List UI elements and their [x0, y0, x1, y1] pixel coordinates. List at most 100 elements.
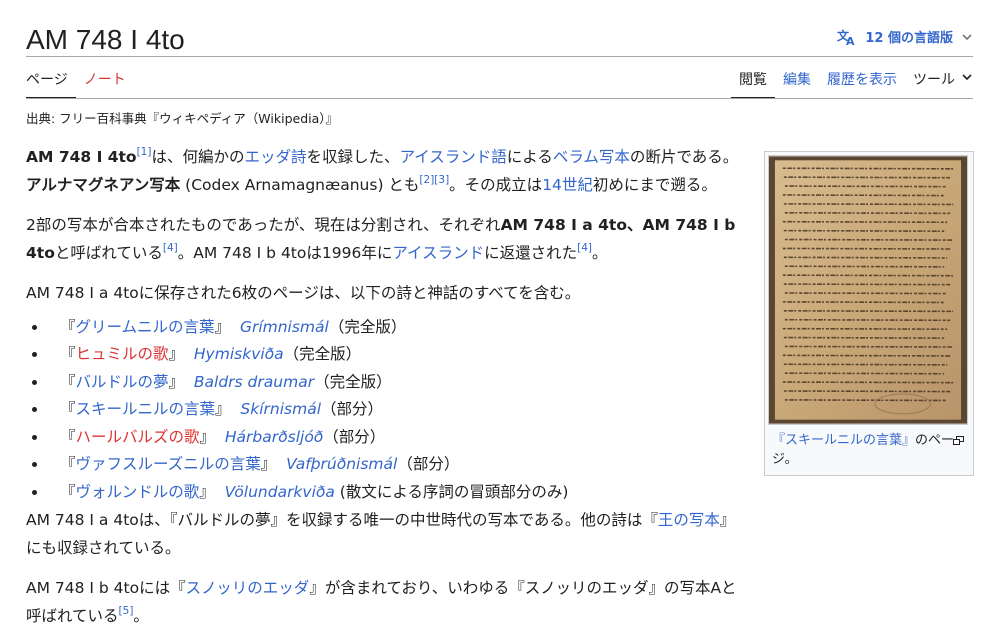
bracket-open: 『: [60, 427, 76, 446]
poem-link-ja[interactable]: グリームニルの言葉: [76, 318, 215, 336]
link-vellum[interactable]: ベラム: [553, 148, 599, 166]
link-prose-edda[interactable]: スノッリのエッダ: [186, 579, 310, 597]
tab-edit[interactable]: 編集: [775, 66, 819, 99]
reference-link[interactable]: [5]: [119, 605, 134, 617]
poem-note: （完全版）: [328, 317, 407, 336]
bracket-close: 』: [199, 427, 216, 446]
bracket-open: 『: [60, 455, 76, 473]
poem-list-item: 『ヒュミルの歌』 Hymiskviða（完全版）: [26, 341, 746, 369]
poem-note: （部分）: [323, 427, 386, 446]
link-14th-century[interactable]: 14世紀: [542, 176, 593, 194]
language-count: 12 個の言語版: [865, 31, 953, 46]
script-line: [783, 283, 951, 286]
manuscript-image[interactable]: [768, 155, 968, 425]
text: AM 748 I a 4toは、『バルドルの夢』を収録する唯一の中世時代の写本で…: [26, 511, 658, 529]
poem-link-ja[interactable]: ヴァフスルーズニルの言葉: [76, 455, 261, 473]
poem-link-norse[interactable]: Völundarkviða: [225, 483, 335, 501]
namespace-tabs: ページ ノート: [26, 66, 134, 99]
poem-list-item: 『グリームニルの言葉』 Grímnismál（完全版）: [26, 314, 746, 342]
chevron-down-icon: [961, 31, 973, 43]
text: は、何編かの: [151, 148, 245, 166]
reference-link[interactable]: [2]: [419, 174, 434, 186]
tabs-divider: [26, 98, 973, 99]
language-button[interactable]: 文A 12 個の言語版: [837, 27, 973, 56]
reference-link[interactable]: [1]: [137, 146, 152, 158]
paragraph-baldrs: AM 748 I a 4toは、『バルドルの夢』を収録する唯一の中世時代の写本で…: [26, 507, 746, 562]
link-manuscript[interactable]: 写本: [599, 148, 630, 166]
bracket-open: 『: [60, 345, 76, 363]
poem-link-ja[interactable]: ヒュミルの歌: [76, 345, 169, 363]
bracket-open: 『: [60, 482, 76, 501]
poem-link-norse[interactable]: Grímnismál: [240, 318, 329, 336]
bracket-open: 『: [60, 400, 76, 418]
text: による: [506, 148, 553, 166]
text: 。: [591, 243, 608, 262]
poem-note: （部分）: [397, 455, 460, 473]
bold-term: アルナマグネアン写本: [26, 175, 181, 194]
bracket-close: 』: [214, 317, 231, 336]
thumbnail-caption: 『スキールニルの言葉』のページ。: [768, 425, 970, 469]
tools-menu[interactable]: ツール: [905, 66, 973, 99]
poem-link-norse[interactable]: Baldrs draumar: [194, 373, 314, 391]
link-eddic-poetry[interactable]: エッダ詩: [244, 148, 306, 166]
poem-link-norse[interactable]: Hymiskviða: [194, 345, 284, 363]
page-title: AM 748 I 4to: [26, 24, 185, 55]
text: 初めにまで遡る。: [592, 175, 717, 194]
reference-link[interactable]: [4]: [163, 242, 178, 254]
view-tabs: 閲覧 編集 履歴を表示 ツール: [731, 66, 973, 99]
poem-link-ja[interactable]: ヴォルンドルの歌: [76, 483, 200, 501]
text: 2部の写本が合本されたものであったが、現在は分割され、それぞれ: [26, 216, 501, 234]
link-iceland[interactable]: アイスランド: [392, 244, 484, 262]
poem-list-item: 『ハールバルズの歌』 Hárbarðsljóð（部分）: [26, 424, 746, 452]
paragraph-snorri: AM 748 I b 4toには『スノッリのエッダ』が含まれており、いわゆる『ス…: [26, 575, 746, 625]
paragraph-contents: AM 748 I a 4toに保存された6枚のページは、以下の詩と神話のすべてを…: [26, 284, 581, 302]
bracket-close: 』: [260, 455, 277, 473]
poem-list-item: 『ヴォルンドルの歌』 Völundarkviða (散文による序詞の冒頭部分のみ…: [26, 479, 746, 507]
poem-note: （部分）: [321, 400, 384, 418]
chevron-down-icon: [961, 69, 973, 99]
poem-list-item: 『スキールニルの言葉』 Skírnismál（部分）: [26, 396, 746, 424]
tab-page[interactable]: ページ: [26, 66, 76, 99]
poem-link-ja[interactable]: バルドルの夢: [76, 373, 169, 391]
source-line: 出典: フリー百科事典『ウィキペディア（Wikipedia）』: [26, 111, 339, 126]
tab-talk[interactable]: ノート: [76, 66, 134, 99]
reference-link[interactable]: [3]: [434, 174, 449, 186]
poem-link-norse[interactable]: Vafþrúðnismál: [286, 455, 397, 473]
text: 。AM 748 I b 4toは1996年に: [177, 243, 393, 262]
bullet: [32, 407, 37, 412]
svg-text:A: A: [846, 35, 855, 46]
title-divider: [26, 56, 973, 57]
poem-note: （完全版）: [314, 372, 392, 391]
poem-link-norse[interactable]: Hárbarðsljóð: [225, 428, 323, 446]
magnify-icon[interactable]: [953, 432, 964, 451]
bracket-close: 』: [168, 345, 185, 363]
text: に返還された: [484, 243, 578, 262]
poem-link-norse[interactable]: Skírnismál: [240, 400, 321, 418]
article-body: AM 748 I 4to[1]は、何編かのエッダ詩を収録した、アイスランド語によ…: [26, 144, 746, 625]
tab-history[interactable]: 履歴を表示: [819, 66, 905, 99]
bullet: [32, 324, 37, 330]
poem-link-ja[interactable]: スキールニルの言葉: [76, 400, 216, 418]
text: 。: [133, 606, 149, 625]
link-codex-regius[interactable]: 王の写本: [658, 511, 720, 529]
bracket-close: 』: [199, 482, 215, 501]
link-icelandic[interactable]: アイスランド語: [400, 148, 507, 166]
bracket-open: 『: [60, 372, 76, 391]
text: の断片である。: [629, 148, 739, 166]
reference-link[interactable]: [4]: [577, 242, 592, 254]
tab-read[interactable]: 閲覧: [731, 66, 775, 99]
bracket-close: 』: [168, 372, 185, 391]
poem-note: (散文による序詞の冒頭部分のみ): [334, 482, 569, 501]
caption-link[interactable]: 『スキールニルの言葉』: [772, 433, 915, 448]
bullet: [32, 352, 37, 357]
text: AM 748 I b 4toには『: [26, 579, 186, 597]
bracket-close: 』: [215, 400, 231, 418]
poem-list-item: 『ヴァフスルーズニルの言葉』 Vafþrúðnismál（部分）: [26, 451, 746, 479]
bracket-open: 『: [60, 317, 76, 336]
poem-link-ja[interactable]: ハールバルズの歌: [76, 428, 200, 446]
